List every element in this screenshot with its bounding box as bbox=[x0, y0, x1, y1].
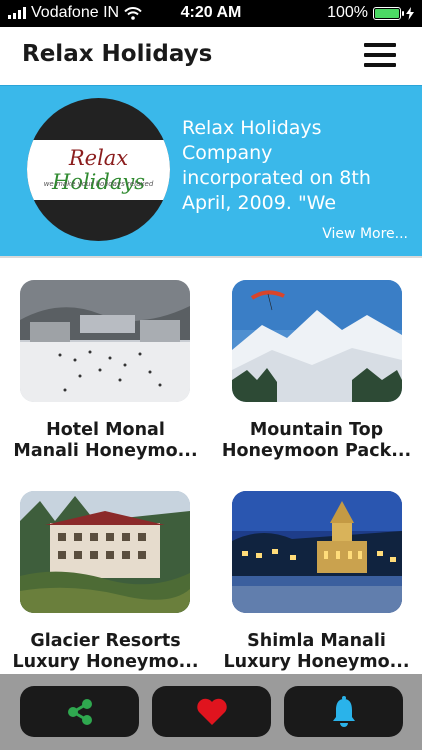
snowy-town-photo[interactable] bbox=[20, 280, 190, 402]
church-night-photo[interactable] bbox=[232, 491, 402, 613]
snow-mountain-paraglider-photo[interactable] bbox=[232, 280, 402, 402]
battery-fill bbox=[375, 8, 399, 18]
company-description: Relax Holidays Company incorporated on 8… bbox=[182, 117, 371, 214]
status-bar: Vodafone IN 4:20 AM 100% bbox=[0, 0, 422, 27]
battery-percent: 100% bbox=[327, 4, 368, 21]
company-logo: Relax Holidays we make your holidays rel… bbox=[27, 98, 170, 241]
status-right: 100% bbox=[327, 4, 414, 22]
resort-building-photo[interactable] bbox=[20, 491, 190, 613]
package-title: Glacier Resorts Luxury Honeymo... bbox=[12, 631, 199, 672]
page-title: Relax Holidays bbox=[22, 41, 213, 67]
company-banner: Relax Holidays we make your holidays rel… bbox=[0, 85, 422, 256]
battery-icon bbox=[373, 6, 404, 20]
logo-tagline: we make your holidays relaxed bbox=[43, 180, 154, 188]
charging-icon bbox=[406, 6, 414, 20]
view-more-link[interactable]: View More... bbox=[322, 226, 408, 242]
package-title: Mountain Top Honeymoon Pack... bbox=[221, 420, 412, 461]
divider bbox=[0, 256, 422, 258]
heart-icon bbox=[196, 698, 227, 725]
package-title: Shimla Manali Luxury Honeymo... bbox=[223, 631, 410, 672]
favorite-button[interactable] bbox=[152, 686, 271, 737]
share-button[interactable] bbox=[20, 686, 139, 737]
bell-icon bbox=[332, 695, 355, 727]
app-header: Relax Holidays bbox=[0, 27, 422, 85]
package-title: Hotel Monal Manali Honeymo... bbox=[13, 420, 198, 461]
notification-button[interactable] bbox=[284, 686, 403, 737]
hamburger-menu-icon[interactable] bbox=[364, 43, 396, 69]
bottom-action-bar bbox=[0, 674, 422, 750]
share-icon bbox=[67, 698, 92, 725]
